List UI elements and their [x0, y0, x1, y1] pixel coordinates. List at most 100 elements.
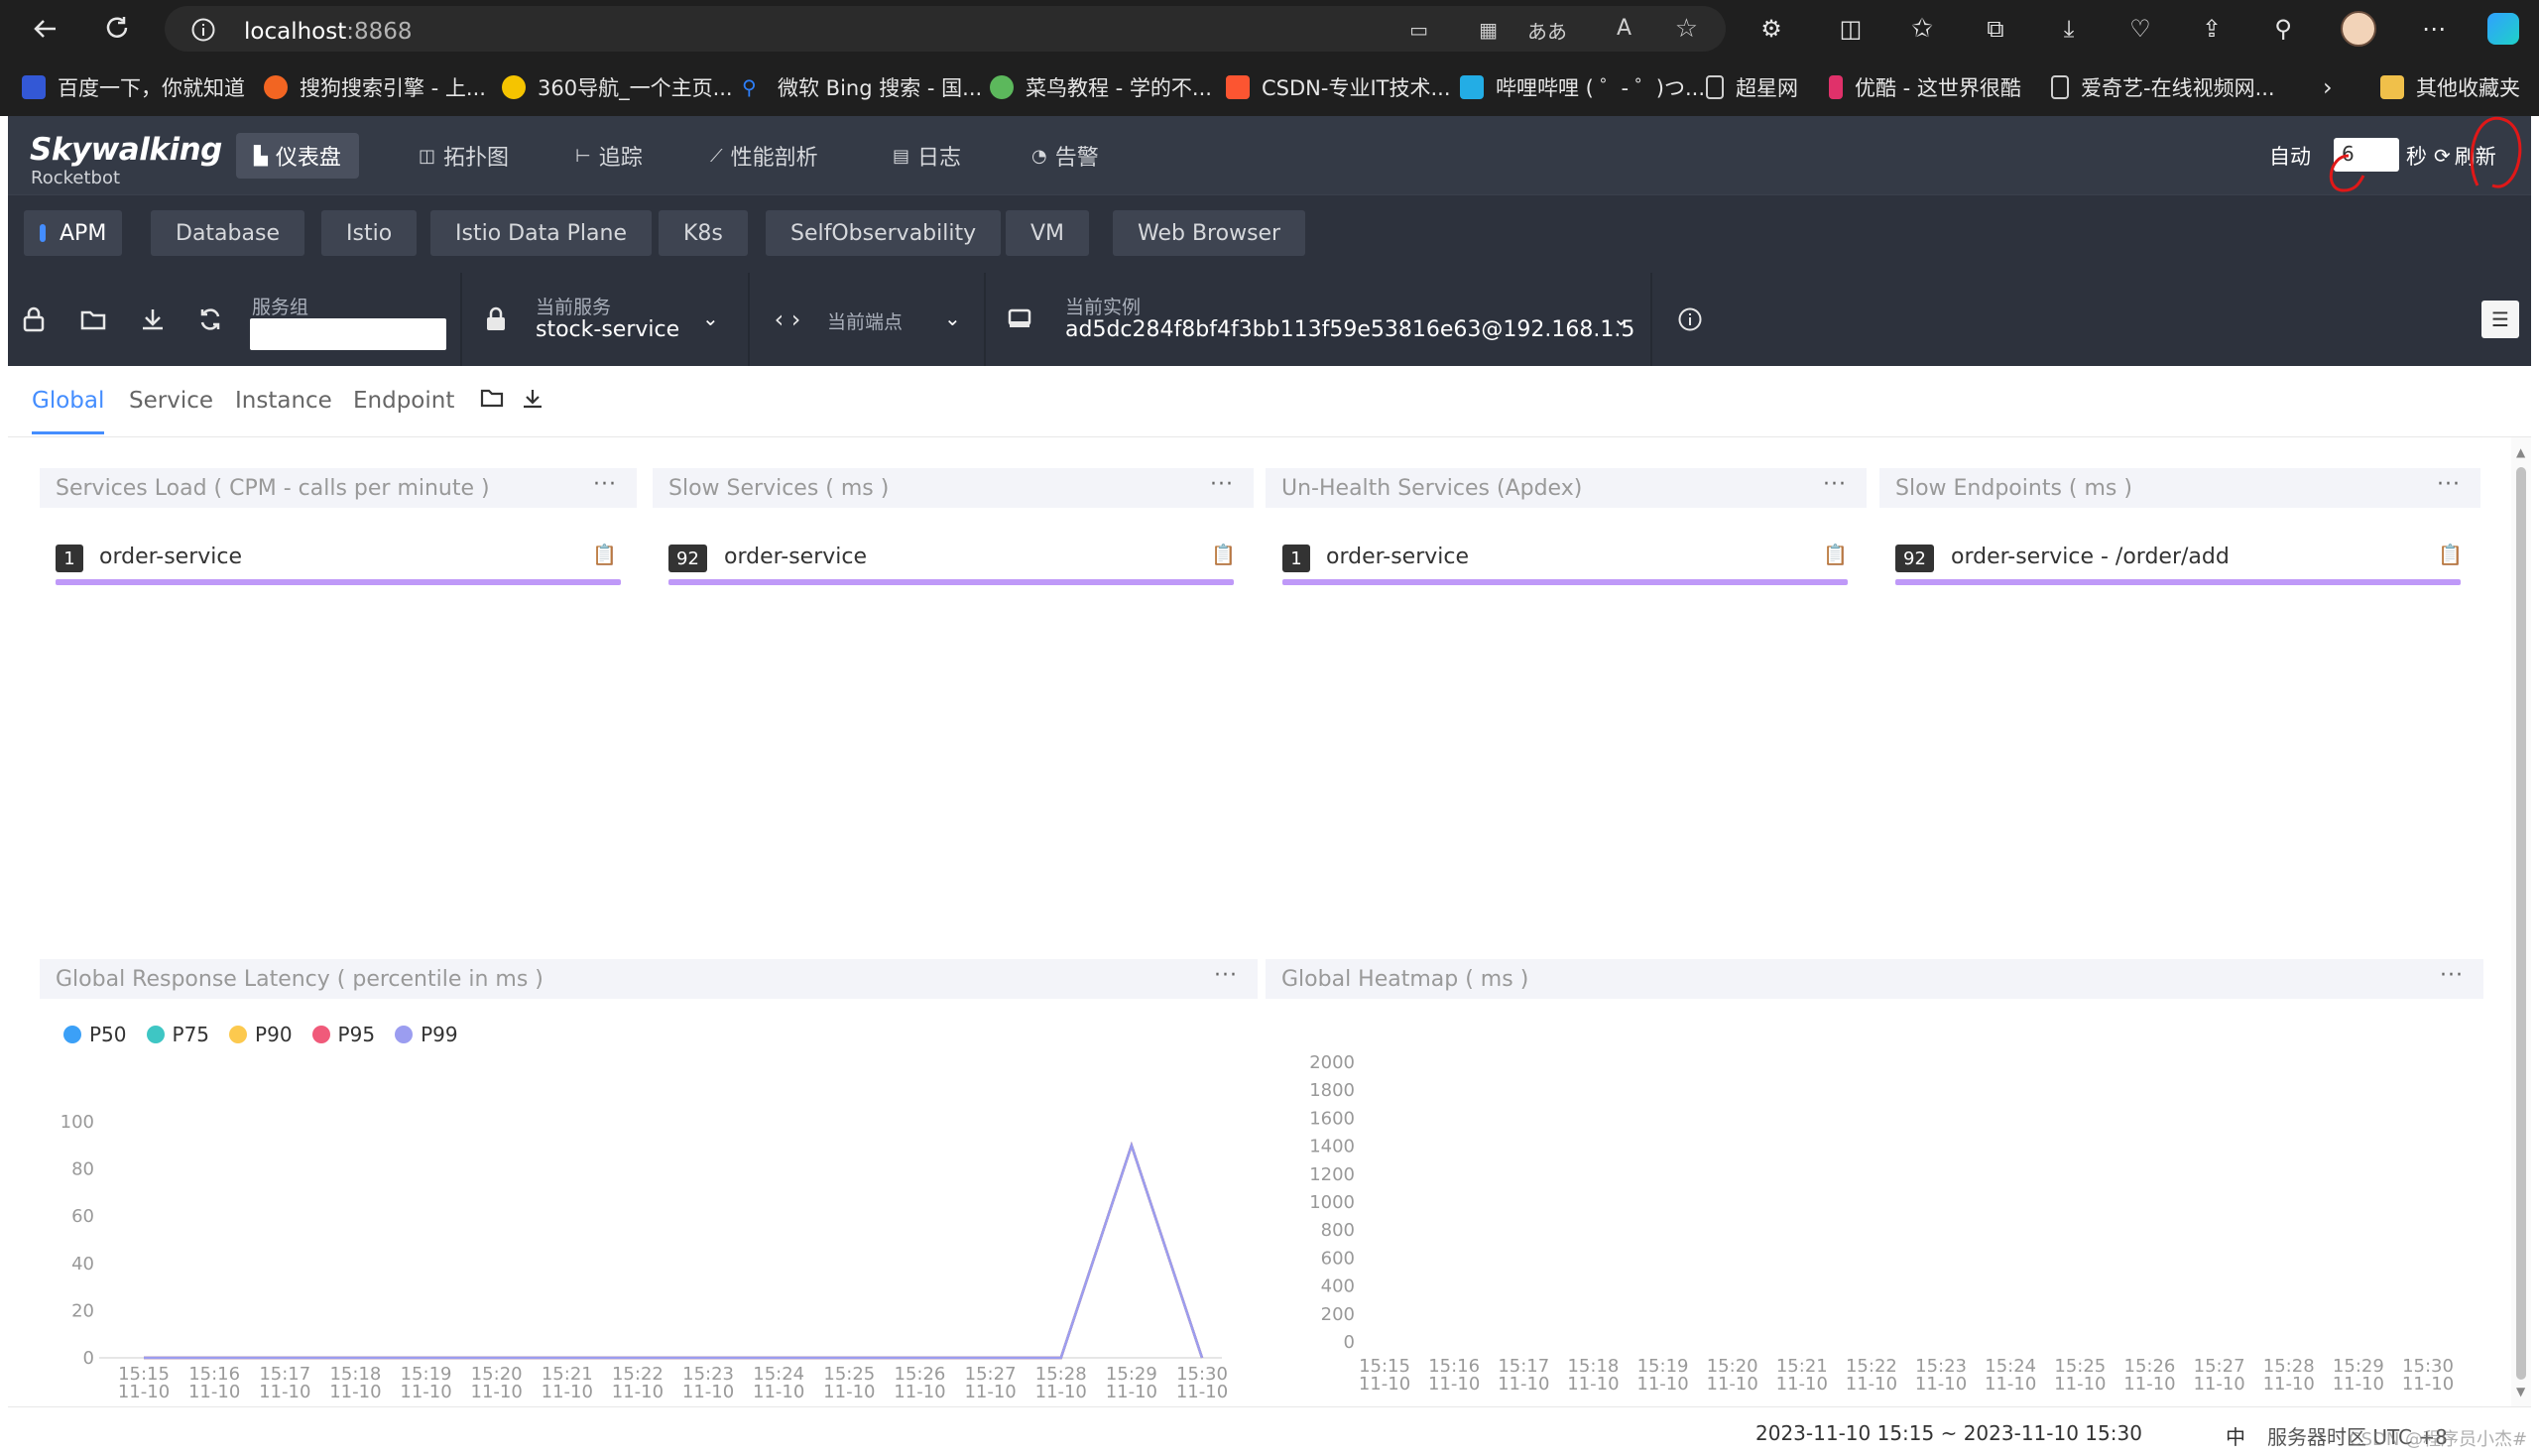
- health-icon[interactable]: ♡: [2118, 7, 2162, 51]
- bookmark-item[interactable]: 优酷 - 这世界很酷: [1829, 71, 2021, 103]
- tab-endpoint[interactable]: Endpoint: [353, 388, 454, 414]
- copy-icon[interactable]: 📋: [592, 543, 617, 566]
- latency-line-chart[interactable]: 0 20 40 60 80 100 15:15 11-10 15:16 11-10 15:17 11-…: [40, 1092, 1258, 1399]
- bookmark-item[interactable]: 百度一下，你就知道: [22, 71, 245, 103]
- back-button[interactable]: [24, 7, 67, 51]
- bookmark-item[interactable]: 超星网: [1706, 71, 1798, 103]
- legend-item-p50[interactable]: P50: [63, 1023, 127, 1046]
- series-line-p99[interactable]: [144, 1141, 1204, 1360]
- collections-icon[interactable]: ⧉: [1974, 7, 2017, 51]
- lock-icon[interactable]: [18, 303, 50, 335]
- split-screen-icon[interactable]: ◫: [1829, 7, 1873, 51]
- legend-item-p95[interactable]: P95: [311, 1023, 375, 1046]
- download-icon-svg: [524, 390, 542, 409]
- panel-more-icon[interactable]: ···: [2437, 472, 2461, 497]
- current-service-value[interactable]: stock-service: [536, 317, 679, 342]
- layer-istio[interactable]: Istio: [321, 210, 418, 256]
- scrollbar-thumb[interactable]: [2516, 467, 2526, 1380]
- toggle-panel-icon[interactable]: ☰: [2481, 301, 2519, 338]
- read-aloud-icon[interactable]: A: [1617, 16, 1632, 41]
- panel-more-icon[interactable]: ···: [1214, 963, 1238, 988]
- scroll-up-arrow-icon[interactable]: ▲: [2516, 445, 2525, 459]
- nav-topology[interactable]: ◫ 拓扑图: [401, 133, 527, 179]
- list-item[interactable]: 92 order-service - /order/add 📋: [1895, 531, 2469, 586]
- instance-chevron-down-icon[interactable]: ⌄: [1613, 306, 1630, 330]
- list-item[interactable]: 1 order-service 📋: [1282, 531, 1854, 586]
- heatmap-chart[interactable]: 0 200 400 600 800 1000 1200 1400 1600 1800 2000 15:…: [1266, 1032, 2483, 1399]
- profile-avatar[interactable]: [2337, 7, 2380, 51]
- tab-service[interactable]: Service: [129, 388, 213, 414]
- layer-web-browser[interactable]: Web Browser: [1113, 210, 1306, 256]
- tab-instance[interactable]: Instance: [235, 388, 332, 414]
- bookmark-item[interactable]: CSDN-专业IT技术...: [1226, 71, 1451, 103]
- info-icon[interactable]: [1674, 303, 1706, 335]
- endpoint-chevron-down-icon[interactable]: ⌄: [944, 306, 961, 330]
- panel-more-icon[interactable]: ···: [2440, 963, 2464, 988]
- content-scrollbar[interactable]: ▲ ▼: [2511, 437, 2531, 1406]
- layer-istio-data-plane[interactable]: Istio Data Plane: [430, 210, 653, 256]
- nav-log[interactable]: ▤ 日志: [875, 133, 979, 179]
- panel-more-icon[interactable]: ···: [593, 472, 617, 497]
- legend-item-p99[interactable]: P99: [395, 1023, 458, 1046]
- bookmark-item[interactable]: 360导航_一个主页...: [502, 71, 733, 103]
- favorite-star-icon[interactable]: ☆: [1675, 14, 1698, 44]
- translate-icon[interactable]: ああ: [1527, 16, 1567, 45]
- copy-icon[interactable]: 📋: [2438, 543, 2463, 566]
- url-text[interactable]: localhost:8868: [244, 19, 413, 45]
- panel-more-icon[interactable]: ···: [1823, 472, 1847, 497]
- panel-more-icon[interactable]: ···: [1210, 472, 1234, 497]
- folder-open-icon[interactable]: [77, 303, 109, 335]
- time-range[interactable]: 2023-11-10 15:15 ~ 2023-11-10 15:30: [1755, 1421, 2142, 1445]
- layer-apm[interactable]: APM: [24, 210, 123, 256]
- favorites-icon[interactable]: ✩: [1900, 7, 1944, 51]
- reload-button[interactable]: [95, 7, 139, 51]
- copy-icon[interactable]: 📋: [1823, 543, 1848, 566]
- series-line-p95[interactable]: [144, 1141, 1204, 1360]
- current-instance-value[interactable]: ad5dc284f8bf4f3bb113f59e53816e63@192.168…: [1065, 317, 1634, 342]
- address-bar[interactable]: localhost:8868 ▭ ▦ ああ A ☆: [165, 6, 1726, 52]
- bookmark-item[interactable]: 爱奇艺-在线视频网...: [2051, 71, 2275, 103]
- downloads-icon[interactable]: ⤓: [2047, 7, 2091, 51]
- legend-item-p75[interactable]: P75: [146, 1023, 209, 1046]
- series-line-p90[interactable]: [144, 1141, 1204, 1360]
- layer-vm[interactable]: VM: [1006, 210, 1090, 256]
- language-toggle[interactable]: 中: [2226, 1421, 2245, 1450]
- download-icon[interactable]: [137, 303, 169, 335]
- nav-alarm[interactable]: ◔ 告警: [1014, 133, 1117, 179]
- copilot-icon[interactable]: [2481, 7, 2525, 51]
- apps-icon[interactable]: ▦: [1479, 18, 1498, 42]
- bookmarks-overflow-chevron-icon[interactable]: ›: [2323, 71, 2333, 103]
- reload-dashboard-icon[interactable]: [194, 303, 226, 335]
- service-group-input[interactable]: [250, 318, 446, 350]
- tab-download-icon[interactable]: [522, 388, 544, 416]
- share-icon[interactable]: ⇪: [2190, 7, 2234, 51]
- legend-item-p90[interactable]: P90: [229, 1023, 293, 1046]
- tab-folder-icon[interactable]: [480, 388, 504, 414]
- more-menu-icon[interactable]: ⋯: [2412, 7, 2456, 51]
- bookmark-item[interactable]: 哔哩哔哩 ( ゜- ゜)つ...: [1460, 71, 1705, 103]
- copy-icon[interactable]: 📋: [1211, 543, 1236, 566]
- service-lock-icon: [480, 303, 512, 335]
- scroll-down-arrow-icon[interactable]: ▼: [2516, 1385, 2525, 1398]
- series-line-p75[interactable]: [144, 1141, 1204, 1360]
- view-icon[interactable]: ▭: [1409, 18, 1428, 42]
- service-chevron-down-icon[interactable]: ⌄: [702, 306, 719, 330]
- other-bookmarks-folder[interactable]: 其他收藏夹: [2380, 71, 2520, 103]
- list-item[interactable]: 1 order-service 📋: [56, 531, 623, 586]
- settings-icon[interactable]: ⚲: [2261, 7, 2305, 51]
- nav-dashboard[interactable]: ▙ 仪表盘: [236, 133, 359, 179]
- bookmark-item[interactable]: 搜狗搜索引擎 - 上...: [264, 71, 486, 103]
- site-info-icon[interactable]: [190, 17, 216, 43]
- current-endpoint-label[interactable]: 当前端点: [827, 307, 903, 334]
- layer-database[interactable]: Database: [151, 210, 304, 256]
- bookmark-item[interactable]: ⚲ 微软 Bing 搜索 - 国...: [742, 71, 982, 103]
- series-line-p50[interactable]: [144, 1141, 1204, 1360]
- tab-global[interactable]: Global: [32, 388, 104, 414]
- nav-trace[interactable]: ⊢ 追踪: [557, 133, 661, 179]
- layer-k8s[interactable]: K8s: [659, 210, 748, 256]
- nav-profile[interactable]: ⟋ 性能剖析: [692, 133, 836, 179]
- bookmark-item[interactable]: 菜鸟教程 - 学的不...: [990, 71, 1212, 103]
- layer-selfobservability[interactable]: SelfObservability: [766, 210, 1002, 256]
- extensions-icon[interactable]: ⚙: [1750, 7, 1793, 51]
- list-item[interactable]: 92 order-service 📋: [668, 531, 1242, 586]
